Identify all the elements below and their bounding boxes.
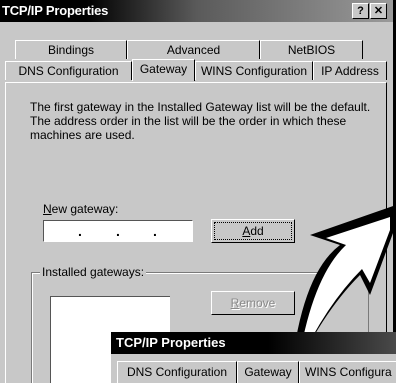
add-button[interactable]: Add: [211, 219, 295, 243]
tab-dns-configuration[interactable]: DNS Configuration: [5, 61, 132, 80]
new-gateway-ip-input[interactable]: . . .: [43, 220, 193, 242]
tab-gateway[interactable]: Gateway: [132, 59, 195, 81]
title-bar[interactable]: TCP/IP Properties ? ✕: [0, 0, 393, 22]
installed-gateways-label: Installed gateways:: [40, 265, 147, 279]
ip-separator: .: [116, 223, 120, 239]
add-label-rest: dd: [250, 224, 264, 238]
ip-separator: .: [153, 223, 157, 239]
add-button-label: Add: [242, 224, 263, 238]
second-tab-wins-configuration[interactable]: WINS Configura: [299, 361, 396, 383]
new-gateway-label: New gateway:: [43, 202, 118, 216]
second-window-title: TCP/IP Properties: [116, 335, 226, 350]
remove-button-label: Remove: [231, 296, 276, 310]
gateway-description: The first gateway in the Installed Gatew…: [30, 100, 371, 142]
second-tab-gateway[interactable]: Gateway: [237, 361, 299, 383]
second-title-bar[interactable]: TCP/IP Properties: [111, 332, 396, 354]
tab-wins-configuration[interactable]: WINS Configuration: [195, 61, 313, 80]
new-gateway-accel: N: [43, 202, 52, 216]
new-gateway-label-text: ew gateway:: [51, 202, 119, 216]
window-title: TCP/IP Properties: [2, 3, 109, 18]
tab-netbios[interactable]: NetBIOS: [260, 40, 363, 59]
remove-button[interactable]: Remove: [211, 291, 295, 315]
help-icon[interactable]: ?: [352, 3, 369, 19]
remove-label-rest: emove: [239, 296, 276, 310]
tab-ip-address[interactable]: IP Address: [313, 61, 387, 80]
tab-advanced[interactable]: Advanced: [127, 40, 260, 59]
second-tab-dns-configuration[interactable]: DNS Configuration: [117, 361, 237, 383]
second-tcpip-window: TCP/IP Properties DNS Configuration Gate…: [110, 332, 396, 383]
tab-bindings[interactable]: Bindings: [15, 40, 127, 59]
ip-separator: .: [78, 223, 82, 239]
remove-accel: R: [230, 296, 240, 310]
close-icon[interactable]: ✕: [370, 3, 387, 19]
